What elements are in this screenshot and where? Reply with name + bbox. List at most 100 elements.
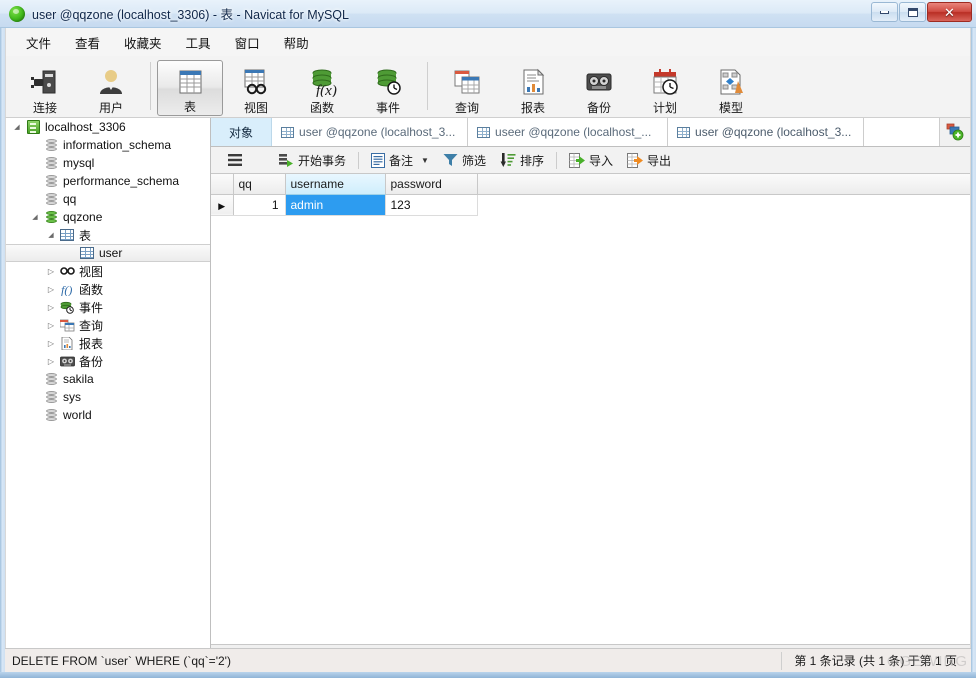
minimize-button[interactable]	[871, 2, 898, 22]
close-button[interactable]: ✕	[927, 2, 972, 22]
table-icon	[58, 229, 76, 241]
cell-qq[interactable]: 1	[233, 194, 286, 216]
toolbar-function-button[interactable]: f(x) 函数	[289, 60, 355, 116]
twisty-closed-icon[interactable]	[44, 267, 58, 276]
tab-spacer	[864, 118, 940, 146]
import-icon	[568, 152, 585, 168]
column-header-username[interactable]: username	[285, 174, 386, 195]
import-button[interactable]: 导入	[562, 150, 620, 171]
cell-password[interactable]: 123	[385, 194, 478, 216]
tree-node-qqzone[interactable]: qqzone	[6, 208, 210, 226]
column-header-qq[interactable]: qq	[233, 174, 286, 195]
twisty-open-icon[interactable]	[44, 231, 58, 239]
twisty-closed-icon[interactable]	[44, 303, 58, 312]
table-icon	[175, 66, 205, 97]
begin-transaction-button[interactable]: 开始事务	[271, 150, 353, 171]
tree-node-performance-schema[interactable]: performance_schema	[6, 172, 210, 190]
tree-node-views[interactable]: 视图	[6, 262, 210, 280]
toolbar-user-button[interactable]: 用户	[78, 60, 144, 116]
toolbar-table-button[interactable]: 表	[157, 60, 223, 116]
toolbar-separator	[150, 62, 151, 110]
tree-node-label: performance_schema	[63, 174, 180, 188]
tab-user-data-active[interactable]: user @qqzone (localhost_3...	[668, 118, 865, 146]
tree-node-label: 视图	[79, 264, 104, 279]
toolbar-model-button[interactable]: 模型	[698, 60, 764, 116]
tree-node-reports[interactable]: 报表	[6, 334, 210, 352]
title-bar[interactable]: user @qqzone (localhost_3306) - 表 - Navi…	[0, 0, 976, 28]
toolbar-connection-button[interactable]: 连接	[12, 60, 78, 116]
menu-file[interactable]: 文件	[14, 29, 63, 56]
toolbar-event-button[interactable]: 事件	[355, 60, 421, 116]
menu-window[interactable]: 窗口	[223, 29, 272, 56]
menu-tools[interactable]: 工具	[174, 29, 223, 56]
tree-node-functions[interactable]: f() 函数	[6, 280, 210, 298]
twisty-open-icon[interactable]	[10, 123, 24, 131]
twisty-closed-icon[interactable]	[44, 321, 58, 330]
svg-text:f(x): f(x)	[316, 83, 337, 97]
note-button[interactable]: 备注 ▼	[364, 150, 436, 171]
tree-node-queries[interactable]: 查询	[6, 316, 210, 334]
column-header-password[interactable]: password	[385, 174, 478, 195]
note-label: 备注	[389, 153, 414, 168]
grid-menu-button[interactable]	[219, 151, 257, 169]
tree-node-user-table[interactable]: user	[6, 244, 210, 262]
toolbar-query-button[interactable]: 查询	[434, 60, 500, 116]
toolbar-view-label: 视图	[243, 101, 268, 115]
backup-icon	[58, 355, 76, 368]
toolbar-connection-label: 连接	[32, 101, 57, 115]
tree-node-label: localhost_3306	[45, 120, 126, 134]
toolbar-separator-2	[427, 62, 428, 110]
chevron-down-icon[interactable]: ▼	[421, 156, 429, 165]
tree-node-tables[interactable]: 表	[6, 226, 210, 244]
export-button[interactable]: 导出	[620, 150, 678, 171]
tree-node-sys[interactable]: sys	[6, 388, 210, 406]
tab-objects[interactable]: 对象	[211, 118, 273, 146]
data-grid[interactable]: qq username password ▶ 1 admin 123	[211, 174, 970, 644]
tree-node-label: 备份	[79, 354, 104, 369]
tab-useer-data[interactable]: useer @qqzone (localhost_...	[468, 118, 669, 146]
tab-user-designer[interactable]: user @qqzone (localhost_3...	[272, 118, 469, 146]
tree-node-qq[interactable]: qq	[6, 190, 210, 208]
sort-label: 排序	[519, 153, 544, 168]
database-icon	[42, 408, 60, 422]
menu-bar: 文件 查看 收藏夹 工具 窗口 帮助	[5, 28, 971, 56]
object-tree-sidebar[interactable]: localhost_3306 information_schema mysql …	[6, 118, 211, 672]
server-icon	[24, 120, 42, 134]
database-icon	[42, 174, 60, 188]
tree-node-label: sys	[63, 390, 81, 404]
query-icon	[58, 319, 76, 332]
backup-icon	[584, 65, 614, 98]
toolbar-schedule-button[interactable]: 计划	[632, 60, 698, 116]
twisty-closed-icon[interactable]	[44, 285, 58, 294]
tree-node-localhost-3306[interactable]: localhost_3306	[6, 118, 210, 136]
twisty-closed-icon[interactable]	[44, 357, 58, 366]
row-indicator[interactable]: ▶	[211, 194, 234, 216]
note-icon	[371, 152, 386, 168]
toolbar-backup-button[interactable]: 备份	[566, 60, 632, 116]
toolbar-backup-label: 备份	[586, 101, 611, 115]
tree-node-mysql[interactable]: mysql	[6, 154, 210, 172]
menu-help[interactable]: 帮助	[272, 29, 321, 56]
maximize-button[interactable]	[899, 2, 926, 22]
cell-username[interactable]: admin	[285, 194, 386, 216]
table-row[interactable]: ▶ 1 admin 123	[211, 194, 970, 216]
toolbar-report-button[interactable]: 报表	[500, 60, 566, 116]
tree-node-events[interactable]: 事件	[6, 298, 210, 316]
result-table: qq username password ▶ 1 admin 123	[211, 174, 970, 216]
database-icon	[42, 192, 60, 206]
tree-node-world[interactable]: world	[6, 406, 210, 424]
twisty-open-icon[interactable]	[28, 213, 42, 221]
tree-node-label: qqzone	[63, 210, 103, 224]
tree-node-information-schema[interactable]: information_schema	[6, 136, 210, 154]
tree-node-backups[interactable]: 备份	[6, 352, 210, 370]
filter-label: 筛选	[461, 153, 486, 168]
twisty-closed-icon[interactable]	[44, 339, 58, 348]
sort-button[interactable]: 排序	[493, 150, 551, 171]
function-icon: f()	[58, 283, 76, 296]
tree-node-sakila[interactable]: sakila	[6, 370, 210, 388]
menu-favorites[interactable]: 收藏夹	[112, 29, 174, 56]
filter-button[interactable]: 筛选	[436, 150, 493, 171]
toolbar-view-button[interactable]: 视图	[223, 60, 289, 116]
new-tab-icon[interactable]	[940, 118, 970, 146]
menu-view[interactable]: 查看	[63, 29, 112, 56]
